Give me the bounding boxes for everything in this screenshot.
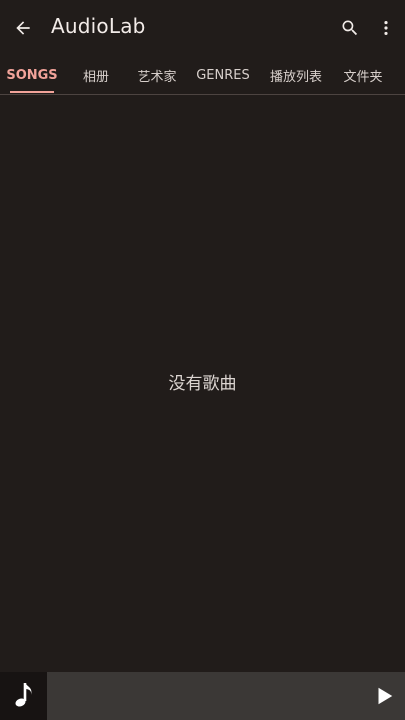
play-button[interactable] [364,676,404,716]
tab-bar: SONGS 相册 艺术家 GENRES 播放列表 文件夹 [0,56,405,94]
album-art[interactable] [0,672,47,720]
empty-songs-message: 没有歌曲 [168,374,237,394]
tab-folders[interactable]: 文件夹 [336,56,390,94]
more-vert-icon [384,21,388,35]
more-options-button[interactable] [366,8,405,48]
app-bar: AudioLab [0,0,405,56]
tab-playlists[interactable]: 播放列表 [263,56,329,94]
music-note-icon [14,683,31,707]
search-button[interactable] [330,8,370,48]
tab-divider [0,94,405,95]
search-icon [342,20,358,36]
back-button[interactable] [3,8,43,48]
app-title: AudioLab [51,14,146,38]
play-icon [378,687,393,705]
tab-indicator [10,91,54,93]
tab-albums[interactable]: 相册 [73,56,119,94]
back-arrow-icon [16,21,30,35]
tab-genres[interactable]: GENRES [192,56,254,94]
mini-player-bar[interactable] [0,672,405,720]
tab-songs[interactable]: SONGS [5,56,59,94]
tab-artists[interactable]: 艺术家 [130,56,184,94]
